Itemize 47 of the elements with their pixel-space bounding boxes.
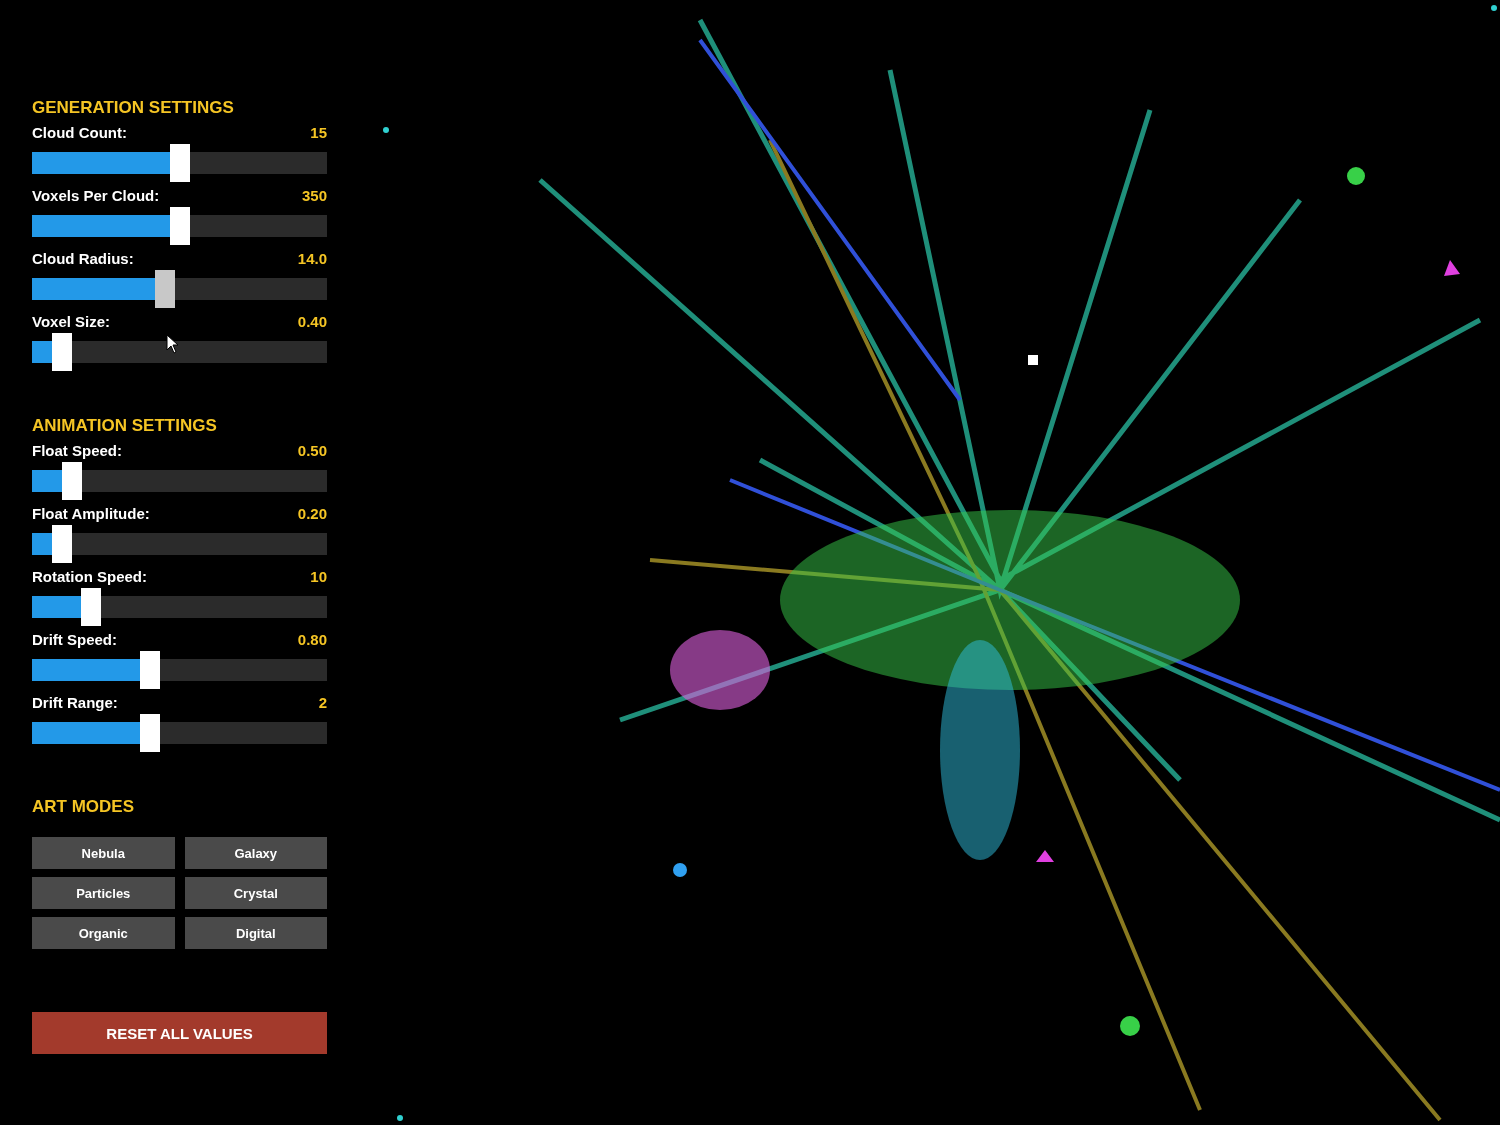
- section-heading: ANIMATION SETTINGS: [32, 416, 218, 436]
- slider-label: Drift Range:: [32, 693, 118, 711]
- slider-value: 14.0: [297, 249, 327, 267]
- slider-thumb[interactable]: [154, 270, 175, 308]
- slider-value: 350: [301, 186, 327, 204]
- slider-value: 0.20: [297, 504, 327, 522]
- slider-label: Cloud Radius:: [32, 249, 134, 267]
- slider[interactable]: [32, 207, 327, 245]
- art-mode-button[interactable]: Digital: [184, 917, 327, 949]
- slider-label: Float Amplitude:: [32, 504, 150, 522]
- slider-thumb[interactable]: [169, 207, 190, 245]
- slider[interactable]: [32, 270, 327, 308]
- slider[interactable]: [32, 144, 327, 182]
- slider[interactable]: [32, 333, 327, 371]
- art-mode-button[interactable]: Crystal: [184, 877, 327, 909]
- slider-thumb[interactable]: [81, 588, 101, 626]
- slider-label: Drift Speed:: [32, 630, 117, 648]
- slider-thumb[interactable]: [51, 525, 72, 563]
- slider-label: Float Speed:: [32, 441, 122, 459]
- slider-thumb[interactable]: [169, 144, 190, 182]
- slider-value: 0.80: [297, 630, 327, 648]
- section-heading: GENERATION SETTINGS: [32, 98, 235, 118]
- slider-label: Voxels Per Cloud:: [32, 186, 160, 204]
- section-heading: ART MODES: [32, 797, 135, 817]
- art-mode-button[interactable]: Galaxy: [184, 837, 327, 869]
- slider[interactable]: [32, 525, 327, 563]
- slider-thumb[interactable]: [51, 333, 72, 371]
- slider-value: 0.50: [297, 441, 327, 459]
- slider-label: Rotation Speed:: [32, 567, 147, 585]
- slider-thumb[interactable]: [61, 462, 82, 500]
- art-mode-button[interactable]: Organic: [32, 917, 175, 949]
- slider-label: Voxel Size:: [32, 312, 111, 330]
- art-mode-button[interactable]: Particles: [32, 877, 175, 909]
- slider-value: 10: [310, 567, 327, 585]
- slider-label: Cloud Count:: [32, 123, 127, 141]
- slider-value: 0.40: [297, 312, 327, 330]
- slider[interactable]: [32, 588, 327, 626]
- slider[interactable]: [32, 714, 327, 752]
- slider-value: 2: [318, 693, 327, 711]
- slider-thumb[interactable]: [140, 714, 160, 752]
- reset-button[interactable]: RESET ALL VALUES: [32, 1012, 327, 1054]
- cursor-icon: [166, 334, 180, 354]
- slider-thumb[interactable]: [140, 651, 160, 689]
- slider-value: 15: [310, 123, 327, 141]
- art-mode-button[interactable]: Nebula: [32, 837, 175, 869]
- slider[interactable]: [32, 651, 327, 689]
- slider[interactable]: [32, 462, 327, 500]
